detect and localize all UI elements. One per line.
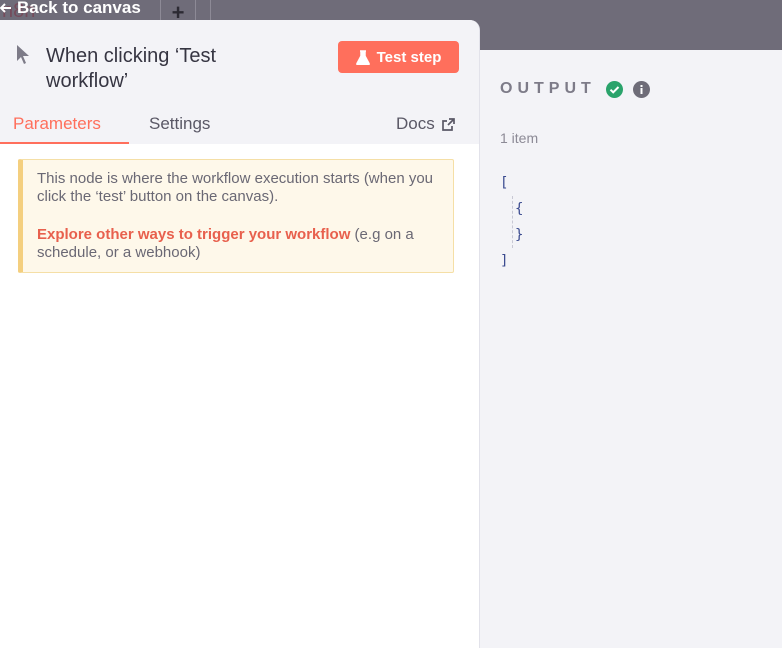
arrow-left-icon xyxy=(0,3,11,13)
node-parameters-panel: When clicking ‘Test workflow’ Test step … xyxy=(0,20,480,648)
node-title: When clicking ‘Test workflow’ xyxy=(46,45,217,92)
tab-parameters[interactable]: Parameters xyxy=(13,114,101,134)
tab-divider xyxy=(210,0,211,22)
output-panel: OUTPUT 1 item [ { } ] xyxy=(481,50,782,648)
panel-tabs: Parameters Settings Docs xyxy=(0,111,479,144)
docs-label: Docs xyxy=(396,114,435,133)
back-to-canvas-button[interactable]: Back to canvas xyxy=(0,0,141,19)
flask-icon xyxy=(355,49,370,65)
notice-text: This node is where the workflow executio… xyxy=(37,170,434,205)
add-tab-button[interactable]: + xyxy=(160,0,196,25)
output-header: OUTPUT xyxy=(500,80,650,98)
back-to-canvas-label: Back to canvas xyxy=(17,0,141,17)
json-open-bracket: [ xyxy=(500,175,509,191)
mouse-pointer-icon xyxy=(17,45,29,64)
external-link-icon xyxy=(441,117,455,131)
item-count: 1 item xyxy=(500,130,539,146)
docs-link[interactable]: Docs xyxy=(396,114,455,134)
explore-triggers-link[interactable]: Explore other ways to trigger your workf… xyxy=(37,226,350,243)
json-close-brace: } xyxy=(515,227,524,243)
tab-settings[interactable]: Settings xyxy=(149,114,210,134)
json-close-bracket: ] xyxy=(500,253,509,269)
json-open-brace: { xyxy=(515,201,524,217)
notice-link-paragraph: Explore other ways to trigger your workf… xyxy=(37,226,439,262)
json-object: { } xyxy=(512,196,523,248)
panel-header: When clicking ‘Test workflow’ Test step … xyxy=(0,20,479,144)
trigger-info-notice: This node is where the workflow executio… xyxy=(18,159,454,273)
success-check-icon xyxy=(605,80,623,98)
json-output[interactable]: [ { } ] xyxy=(500,170,523,274)
output-title: OUTPUT xyxy=(500,80,596,97)
test-step-button[interactable]: Test step xyxy=(338,41,459,73)
test-step-label: Test step xyxy=(376,48,442,66)
info-icon[interactable] xyxy=(632,80,650,98)
active-tab-indicator xyxy=(0,142,129,144)
